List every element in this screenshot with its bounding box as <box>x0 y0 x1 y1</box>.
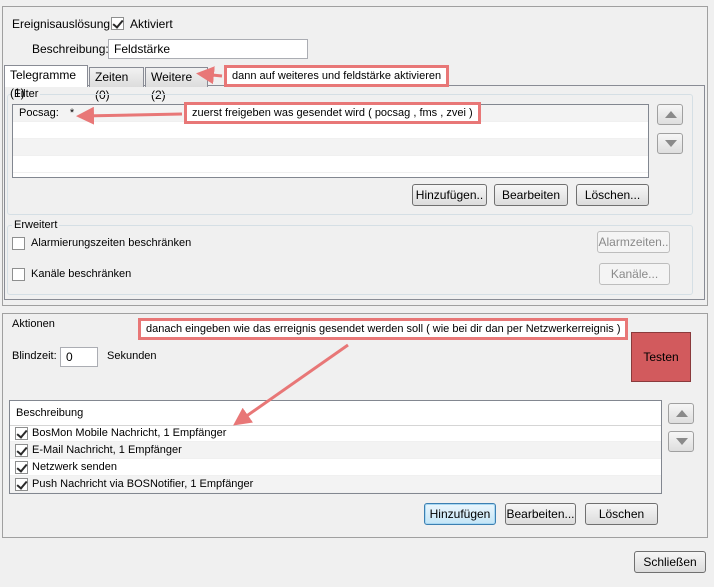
annotation-arrows <box>76 66 349 426</box>
tab-note-arrow <box>196 66 223 85</box>
filter-note-arrow <box>76 106 183 125</box>
tab-telegramme[interactable]: Telegramme (1) <box>4 65 88 100</box>
action-note-arrow <box>233 343 349 426</box>
